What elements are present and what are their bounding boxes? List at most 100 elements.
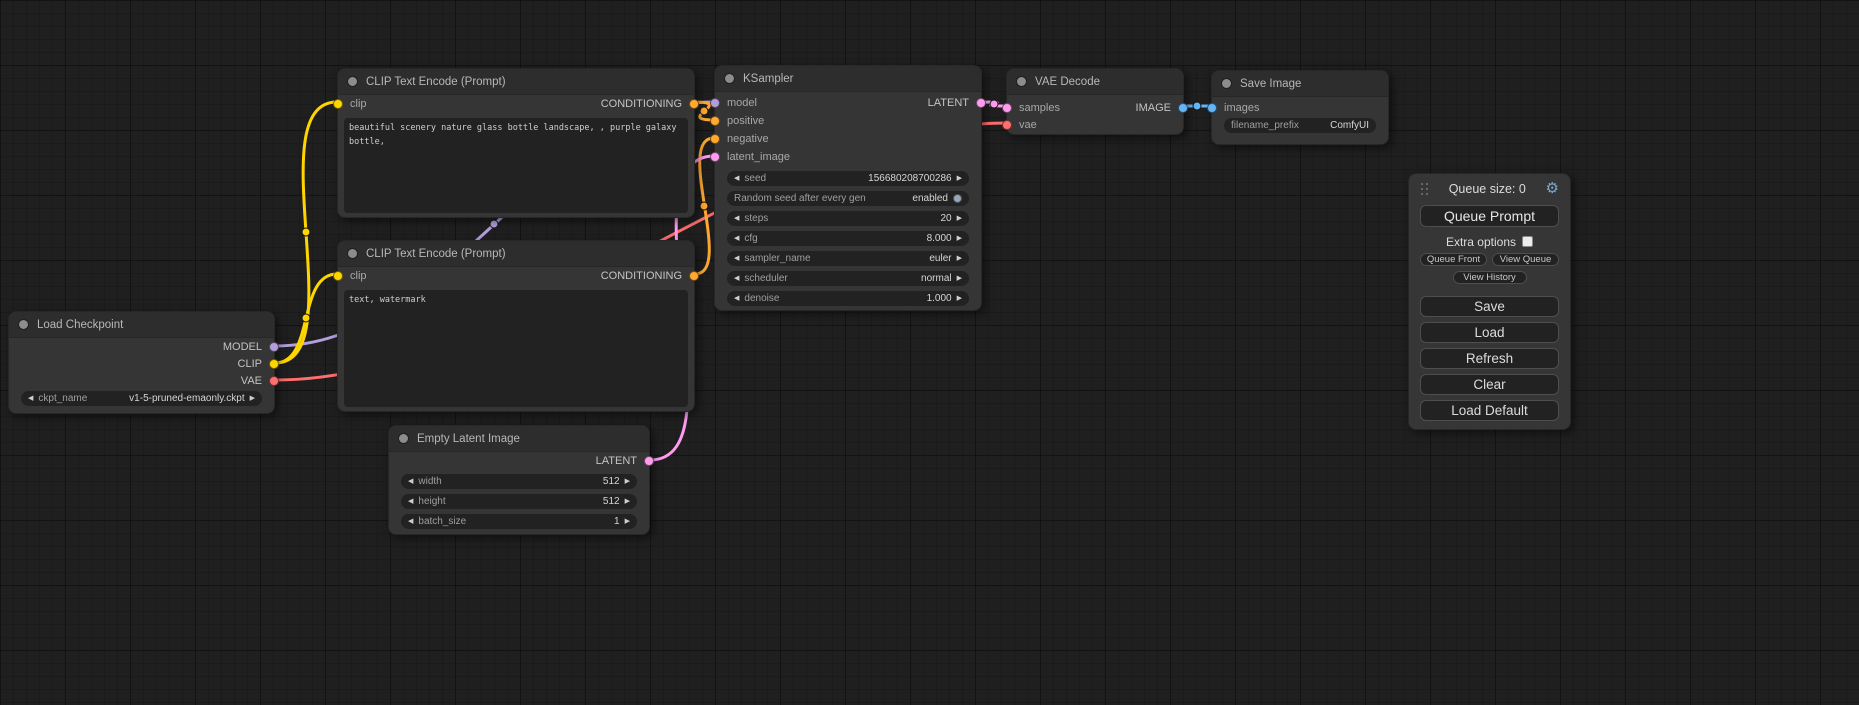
increment-arrow-icon[interactable]: ▶ <box>957 255 962 262</box>
view-history-button[interactable]: View History <box>1453 271 1527 284</box>
collapse-dot-icon[interactable] <box>399 434 408 443</box>
cfg-widget[interactable]: ◀ cfg 8.000 ▶ <box>727 231 969 246</box>
width-widget[interactable]: ◀ width 512 ▶ <box>401 474 637 489</box>
output-port-latent[interactable] <box>976 98 986 108</box>
denoise-widget[interactable]: ◀ denoise 1.000 ▶ <box>727 291 969 306</box>
output-port-model[interactable] <box>269 342 279 352</box>
increment-arrow-icon[interactable]: ▶ <box>957 235 962 242</box>
node-title: Empty Latent Image <box>417 433 520 445</box>
collapse-dot-icon[interactable] <box>1017 77 1026 86</box>
input-port-model[interactable] <box>710 98 720 108</box>
node-header[interactable]: VAE Decode <box>1007 69 1183 95</box>
sampler-name-widget[interactable]: ◀ sampler_name euler ▶ <box>727 251 969 266</box>
collapse-dot-icon[interactable] <box>725 74 734 83</box>
input-port-vae[interactable] <box>1002 120 1012 130</box>
node-header[interactable]: Save Image <box>1212 71 1388 97</box>
node-title: VAE Decode <box>1035 76 1100 88</box>
extra-options-checkbox[interactable] <box>1522 236 1533 247</box>
steps-widget[interactable]: ◀ steps 20 ▶ <box>727 211 969 226</box>
link-dot-cond-negative <box>700 202 708 210</box>
collapse-dot-icon[interactable] <box>19 320 28 329</box>
input-port-clip[interactable] <box>333 271 343 281</box>
random-seed-toggle-widget[interactable]: Random seed after every gen enabled <box>727 191 969 206</box>
load-default-button[interactable]: Load Default <box>1420 400 1559 421</box>
node-load-checkpoint[interactable]: Load Checkpoint MODEL CLIP VAE ◀ ckpt_na… <box>8 311 275 414</box>
input-port-clip[interactable] <box>333 99 343 109</box>
input-port-images[interactable] <box>1207 103 1217 113</box>
node-title: Load Checkpoint <box>37 319 123 331</box>
decrement-arrow-icon[interactable]: ◀ <box>734 215 739 222</box>
node-header[interactable]: CLIP Text Encode (Prompt) <box>338 69 694 95</box>
collapse-dot-icon[interactable] <box>348 77 357 86</box>
clear-button[interactable]: Clear <box>1420 374 1559 395</box>
output-port-conditioning[interactable] <box>689 99 699 109</box>
increment-arrow-icon[interactable]: ▶ <box>250 395 255 402</box>
decrement-arrow-icon[interactable]: ◀ <box>734 295 739 302</box>
node-clip-text-encode-negative[interactable]: CLIP Text Encode (Prompt) clip CONDITION… <box>337 240 695 412</box>
output-port-image[interactable] <box>1178 103 1188 113</box>
input-port-negative[interactable] <box>710 134 720 144</box>
seed-widget[interactable]: ◀ seed 156680208700286 ▶ <box>727 171 969 186</box>
queue-front-button[interactable]: Queue Front <box>1420 253 1487 266</box>
output-port-clip[interactable] <box>269 359 279 369</box>
output-port-latent[interactable] <box>644 456 654 466</box>
decrement-arrow-icon[interactable]: ◀ <box>408 518 413 525</box>
decrement-arrow-icon[interactable]: ◀ <box>28 395 33 402</box>
negative-prompt-textarea[interactable]: text, watermark <box>344 290 688 407</box>
io-row: model LATENT <box>715 94 981 112</box>
extra-options-row: Extra options <box>1420 235 1559 248</box>
output-port-conditioning[interactable] <box>689 271 699 281</box>
toggle-icon[interactable] <box>953 194 962 203</box>
scheduler-widget[interactable]: ◀ scheduler normal ▶ <box>727 271 969 286</box>
node-save-image[interactable]: Save Image images filename_prefix ComfyU… <box>1211 70 1389 145</box>
save-button[interactable]: Save <box>1420 296 1559 317</box>
decrement-arrow-icon[interactable]: ◀ <box>408 478 413 485</box>
input-port-latent-image[interactable] <box>710 152 720 162</box>
view-queue-button[interactable]: View Queue <box>1492 253 1559 266</box>
decrement-arrow-icon[interactable]: ◀ <box>734 255 739 262</box>
node-header[interactable]: CLIP Text Encode (Prompt) <box>338 241 694 267</box>
node-ksampler[interactable]: KSampler model LATENT positive negative … <box>714 65 982 311</box>
link-dot-model <box>490 220 498 228</box>
queue-prompt-button[interactable]: Queue Prompt <box>1420 205 1559 227</box>
link-dot-clip-negative <box>302 314 310 322</box>
decrement-arrow-icon[interactable]: ◀ <box>734 175 739 182</box>
input-row: latent_image <box>715 148 981 166</box>
input-port-samples[interactable] <box>1002 103 1012 113</box>
node-empty-latent-image[interactable]: Empty Latent Image LATENT ◀ width 512 ▶ … <box>388 425 650 535</box>
node-header[interactable]: Load Checkpoint <box>9 312 274 338</box>
decrement-arrow-icon[interactable]: ◀ <box>734 235 739 242</box>
refresh-button[interactable]: Refresh <box>1420 348 1559 369</box>
increment-arrow-icon[interactable]: ▶ <box>625 478 630 485</box>
increment-arrow-icon[interactable]: ▶ <box>957 175 962 182</box>
filename-prefix-widget[interactable]: filename_prefix ComfyUI <box>1224 118 1376 133</box>
positive-prompt-textarea[interactable]: beautiful scenery nature glass bottle la… <box>344 118 688 213</box>
input-port-positive[interactable] <box>710 116 720 126</box>
ckpt-name-widget[interactable]: ◀ ckpt_name v1-5-pruned-emaonly.ckpt ▶ <box>21 391 262 406</box>
collapse-dot-icon[interactable] <box>1222 79 1231 88</box>
widget-label: height <box>418 496 445 507</box>
load-button[interactable]: Load <box>1420 322 1559 343</box>
increment-arrow-icon[interactable]: ▶ <box>957 275 962 282</box>
height-widget[interactable]: ◀ height 512 ▶ <box>401 494 637 509</box>
node-header[interactable]: KSampler <box>715 66 981 92</box>
widget-value: 20 <box>940 213 951 224</box>
increment-arrow-icon[interactable]: ▶ <box>957 215 962 222</box>
decrement-arrow-icon[interactable]: ◀ <box>734 275 739 282</box>
node-header[interactable]: Empty Latent Image <box>389 426 649 452</box>
output-port-vae[interactable] <box>269 376 279 386</box>
drag-handle-icon[interactable] <box>1420 182 1429 195</box>
collapse-dot-icon[interactable] <box>348 249 357 258</box>
widget-value: 1.000 <box>927 293 952 304</box>
node-vae-decode[interactable]: VAE Decode samples IMAGE vae <box>1006 68 1184 135</box>
widget-label: sampler_name <box>744 253 810 264</box>
increment-arrow-icon[interactable]: ▶ <box>625 498 630 505</box>
decrement-arrow-icon[interactable]: ◀ <box>408 498 413 505</box>
node-graph-canvas[interactable]: Load Checkpoint MODEL CLIP VAE ◀ ckpt_na… <box>0 0 1859 705</box>
widget-value: 512 <box>603 476 620 487</box>
batch-size-widget[interactable]: ◀ batch_size 1 ▶ <box>401 514 637 529</box>
settings-gear-icon[interactable]: ⚙ <box>1546 181 1559 196</box>
increment-arrow-icon[interactable]: ▶ <box>957 295 962 302</box>
node-clip-text-encode-positive[interactable]: CLIP Text Encode (Prompt) clip CONDITION… <box>337 68 695 218</box>
increment-arrow-icon[interactable]: ▶ <box>625 518 630 525</box>
